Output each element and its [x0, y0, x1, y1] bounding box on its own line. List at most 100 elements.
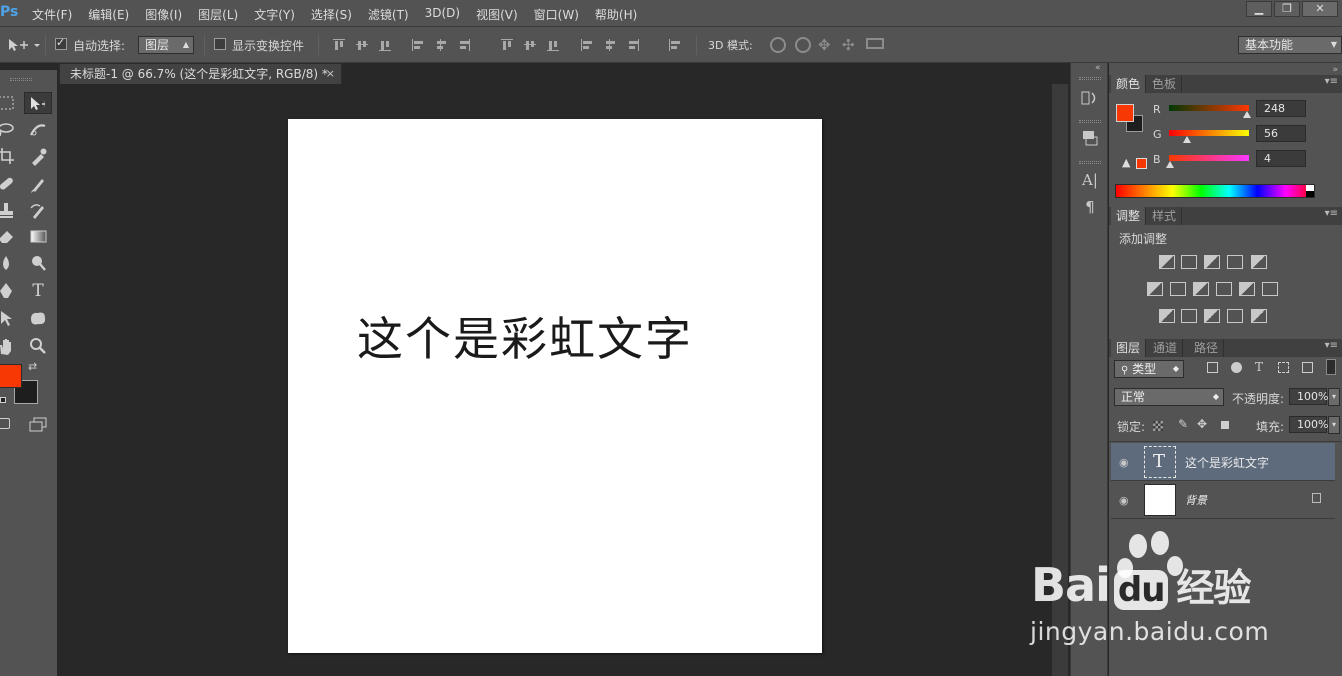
menu-item[interactable]: 3D(D) — [425, 6, 460, 23]
dock-grip[interactable] — [1079, 120, 1101, 123]
channel-slider-track[interactable] — [1169, 130, 1249, 136]
photo-filter-icon[interactable] — [1216, 282, 1232, 296]
layer-row[interactable]: ◉ 背景 — [1111, 481, 1335, 519]
paragraph-icon[interactable]: ¶ — [1081, 198, 1099, 216]
menu-item[interactable]: 图像(I) — [145, 6, 182, 23]
menu-item[interactable]: 文字(Y) — [254, 6, 295, 23]
align-left-icon[interactable] — [411, 38, 425, 52]
quick-mask-icon[interactable] — [0, 418, 10, 429]
filter-pixel-icon[interactable] — [1207, 362, 1218, 373]
brush-tool-icon[interactable] — [28, 174, 48, 194]
close-window-button[interactable]: ✕ — [1302, 1, 1338, 17]
text-layer-thumbnail[interactable]: T — [1144, 446, 1176, 478]
filter-shape-icon[interactable] — [1278, 362, 1289, 373]
filter-toggle-switch[interactable] — [1326, 359, 1336, 375]
gamut-warning-icon[interactable]: ▲ — [1122, 156, 1130, 169]
drag-3d-icon[interactable]: ✥ — [818, 36, 831, 54]
move-tool-icon[interactable] — [24, 92, 52, 114]
layer-name[interactable]: 背景 — [1185, 492, 1207, 508]
channel-value-field[interactable]: 56 — [1256, 125, 1306, 142]
healing-brush-tool-icon[interactable] — [0, 174, 16, 194]
visibility-eye-icon[interactable]: ◉ — [1119, 456, 1129, 469]
tab-color[interactable]: 颜色 — [1111, 75, 1147, 93]
path-selection-tool-icon[interactable] — [0, 308, 16, 328]
brightness-contrast-icon[interactable] — [1159, 255, 1175, 269]
character-icon[interactable]: A| — [1081, 171, 1099, 189]
quick-selection-tool-icon[interactable] — [28, 120, 48, 140]
document-canvas[interactable] — [288, 119, 822, 653]
color-lookup-icon[interactable] — [1262, 282, 1278, 296]
channel-value-field[interactable]: 4 — [1256, 150, 1306, 167]
gradient-tool-icon[interactable] — [28, 226, 48, 246]
tab-channels[interactable]: 通道 — [1148, 339, 1184, 357]
filter-adjustment-icon[interactable] — [1231, 362, 1242, 373]
toolbox-grip[interactable] — [10, 78, 32, 81]
menu-item[interactable]: 文件(F) — [32, 6, 72, 23]
workspace-select[interactable]: 基本功能 ▼ — [1238, 36, 1342, 54]
channel-value-field[interactable]: 248 — [1256, 100, 1306, 117]
default-colors-icon[interactable] — [0, 397, 6, 403]
clone-stamp-tool-icon[interactable] — [0, 200, 16, 220]
collapse-to-icons-icon[interactable]: » — [1332, 65, 1338, 75]
color-balance-icon[interactable] — [1170, 282, 1186, 296]
lock-all-icon[interactable] — [1221, 421, 1229, 429]
canvas-text-layer[interactable]: 这个是彩虹文字 — [357, 303, 693, 369]
auto-align-icon[interactable] — [668, 38, 682, 52]
hue-saturation-icon[interactable] — [1147, 282, 1163, 296]
invert-icon[interactable] — [1159, 309, 1175, 323]
move-tool-preset-picker[interactable] — [6, 36, 40, 54]
opacity-field[interactable]: 100% — [1289, 388, 1328, 405]
layer-name[interactable]: 这个是彩虹文字 — [1185, 454, 1269, 471]
lock-position-icon[interactable]: ✥ — [1197, 417, 1207, 431]
color-panel-foreground-swatch[interactable] — [1116, 104, 1134, 122]
tab-layers[interactable]: 图层 — [1111, 339, 1147, 357]
filter-type-icon[interactable]: T — [1255, 360, 1263, 374]
show-transform-checkbox[interactable] — [214, 38, 226, 50]
orbit-3d-icon[interactable] — [770, 37, 786, 53]
blend-mode-select[interactable]: 正常 ◆ — [1114, 388, 1224, 406]
visibility-eye-icon[interactable]: ◉ — [1119, 494, 1129, 507]
layer-thumbnail[interactable] — [1144, 484, 1176, 516]
channel-slider-track[interactable] — [1169, 155, 1249, 161]
collapse-panels-icon[interactable]: « — [1095, 63, 1101, 73]
gradient-map-icon[interactable] — [1251, 309, 1267, 323]
panel-menu-icon[interactable]: ▾≡ — [1325, 340, 1338, 351]
panel-menu-icon[interactable]: ▾≡ — [1325, 76, 1338, 87]
dock-grip[interactable] — [1079, 77, 1101, 80]
document-tab[interactable]: 未标题-1 @ 66.7% (这个是彩虹文字, RGB/8) * × — [59, 63, 342, 84]
distribute-hcenter-icon[interactable] — [603, 38, 617, 52]
channel-slider-track[interactable] — [1169, 105, 1249, 111]
slide-3d-icon[interactable]: ✣ — [842, 36, 855, 54]
marquee-tool-icon[interactable] — [0, 93, 16, 113]
lock-pixels-icon[interactable]: ✎ — [1178, 417, 1188, 431]
pen-tool-icon[interactable] — [0, 281, 16, 301]
tab-adjustments[interactable]: 调整 — [1111, 207, 1147, 225]
align-hcenter-icon[interactable] — [434, 38, 448, 52]
fill-field[interactable]: 100% — [1289, 416, 1328, 433]
vibrance-icon[interactable] — [1251, 255, 1267, 269]
layer-filter-select[interactable]: ⚲ 类型 ◆ — [1114, 360, 1184, 378]
lock-transparent-icon[interactable] — [1153, 421, 1163, 431]
lasso-tool-icon[interactable] — [0, 120, 16, 140]
threshold-icon[interactable] — [1204, 309, 1220, 323]
opacity-slider-button[interactable]: ▾ — [1328, 388, 1340, 406]
posterize-icon[interactable] — [1181, 309, 1197, 323]
channel-slider-thumb[interactable] — [1182, 136, 1191, 143]
channel-slider-thumb[interactable] — [1166, 161, 1175, 168]
history-brush-tool-icon[interactable] — [28, 200, 48, 220]
layer-row[interactable]: ◉ T 这个是彩虹文字 — [1111, 443, 1335, 481]
align-right-icon[interactable] — [457, 38, 471, 52]
exposure-icon[interactable] — [1227, 255, 1243, 269]
history-icon[interactable] — [1081, 89, 1099, 107]
restore-button[interactable]: ❐ — [1274, 1, 1300, 17]
menu-item[interactable]: 视图(V) — [476, 6, 518, 23]
align-top-icon[interactable] — [332, 38, 346, 52]
filter-smart-object-icon[interactable] — [1302, 362, 1313, 373]
distribute-vcenter-icon[interactable] — [523, 38, 537, 52]
blur-tool-icon[interactable] — [0, 253, 16, 273]
menu-item[interactable]: 图层(L) — [198, 6, 238, 23]
gamut-color-chip[interactable] — [1136, 158, 1147, 169]
panel-menu-icon[interactable]: ▾≡ — [1325, 208, 1338, 219]
menu-item[interactable]: 帮助(H) — [595, 6, 637, 23]
close-document-icon[interactable]: × — [326, 64, 335, 84]
